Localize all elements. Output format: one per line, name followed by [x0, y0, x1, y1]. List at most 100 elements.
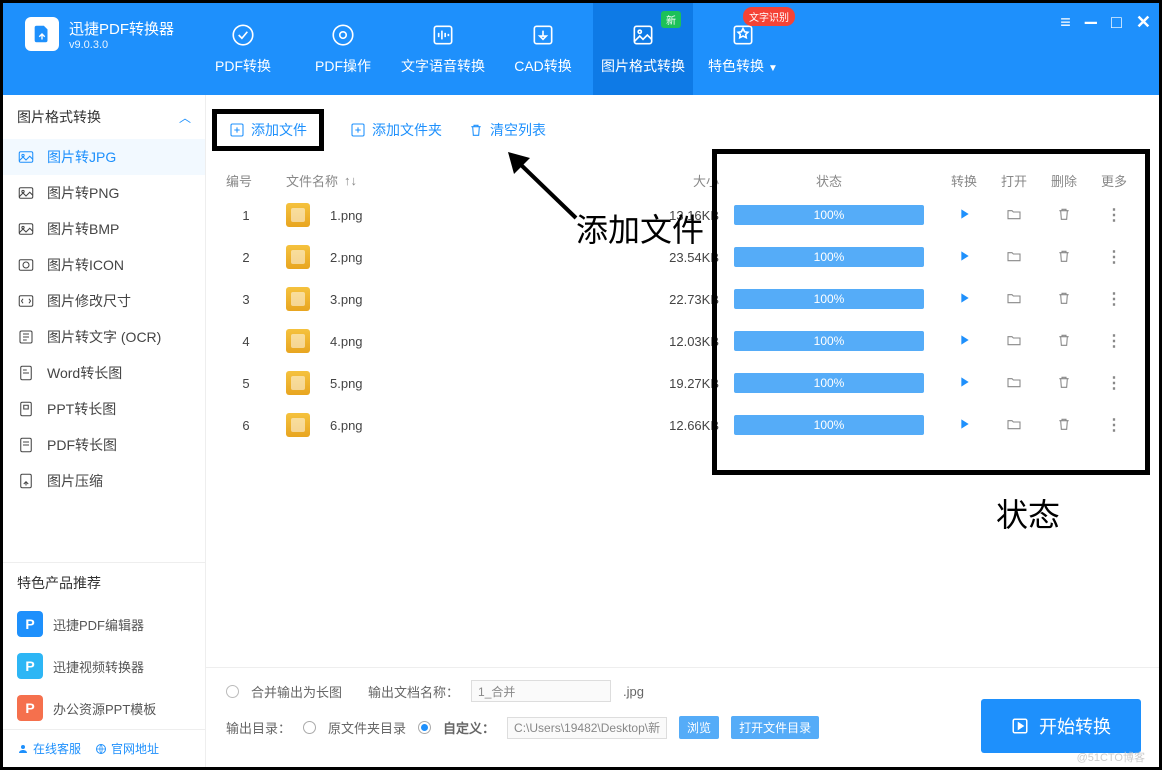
sidebar-item-8[interactable]: PDF转长图 — [3, 427, 205, 463]
sidebar-item-3[interactable]: 图片转ICON — [3, 247, 205, 283]
promo-item-1[interactable]: P迅捷视频转换器 — [3, 645, 205, 687]
row-name: 4.png — [286, 329, 629, 353]
tab-pdf-operate[interactable]: PDF操作 — [293, 3, 393, 95]
table-row[interactable]: 66.png12.66KB100%⋮ — [206, 404, 1159, 446]
row-name: 1.png — [286, 203, 629, 227]
custom-path-input[interactable] — [507, 717, 667, 739]
image-file-icon — [286, 413, 310, 437]
convert-icon[interactable] — [956, 248, 972, 264]
more-icon[interactable]: ⋮ — [1106, 247, 1122, 267]
add-folder-button[interactable]: 添加文件夹 — [350, 120, 442, 140]
start-convert-button[interactable]: 开始转换 — [981, 699, 1141, 753]
sidebar-item-4[interactable]: 图片修改尺寸 — [3, 283, 205, 319]
tab-special-convert[interactable]: 文字识别特色转换▼ — [693, 3, 793, 95]
convert-icon[interactable] — [956, 416, 972, 432]
row-size: 12.03KB — [629, 334, 719, 349]
online-service-link[interactable]: 在线客服 — [17, 740, 81, 757]
official-site-link[interactable]: 官网地址 — [95, 740, 159, 757]
sidebar-item-icon — [17, 436, 35, 454]
open-folder-icon[interactable] — [1006, 416, 1022, 432]
table-row[interactable]: 22.png23.54KB100%⋮ — [206, 236, 1159, 278]
more-icon[interactable]: ⋮ — [1106, 289, 1122, 309]
convert-icon[interactable] — [956, 332, 972, 348]
table-row[interactable]: 55.png19.27KB100%⋮ — [206, 362, 1159, 404]
watermark: @51CTO博客 — [1077, 749, 1145, 765]
delete-icon[interactable] — [1056, 374, 1072, 390]
delete-icon[interactable] — [1056, 206, 1072, 222]
sidebar-item-1[interactable]: 图片转PNG — [3, 175, 205, 211]
sidebar-header[interactable]: 图片格式转换 ︿ — [3, 95, 205, 139]
row-size: 13.16KB — [629, 208, 719, 223]
tab-text-audio[interactable]: 文字语音转换 — [393, 3, 493, 95]
tab-cad-convert[interactable]: CAD转换 — [493, 3, 593, 95]
row-size: 12.66KB — [629, 418, 719, 433]
promo-item-2[interactable]: P办公资源PPT模板 — [3, 687, 205, 729]
sidebar-item-7[interactable]: PPT转长图 — [3, 391, 205, 427]
maximize-icon[interactable]: □ — [1111, 12, 1122, 33]
row-index: 2 — [226, 250, 286, 265]
open-folder-icon[interactable] — [1006, 290, 1022, 306]
open-folder-icon[interactable] — [1006, 332, 1022, 348]
sidebar-item-label: PPT转长图 — [47, 399, 116, 419]
sidebar-item-icon — [17, 400, 35, 418]
more-icon[interactable]: ⋮ — [1106, 415, 1122, 435]
output-name-input[interactable] — [471, 680, 611, 702]
delete-icon[interactable] — [1056, 416, 1072, 432]
image-file-icon — [286, 329, 310, 353]
convert-icon[interactable] — [956, 206, 972, 222]
radio-same-folder[interactable] — [303, 721, 316, 734]
delete-icon[interactable] — [1056, 248, 1072, 264]
promo-item-0[interactable]: P迅捷PDF编辑器 — [3, 603, 205, 645]
table-row[interactable]: 33.png22.73KB100%⋮ — [206, 278, 1159, 320]
delete-icon[interactable] — [1056, 290, 1072, 306]
col-name[interactable]: 文件名称 ↑↓ — [286, 171, 629, 190]
open-folder-button[interactable]: 打开文件目录 — [731, 716, 819, 739]
convert-icon[interactable] — [956, 290, 972, 306]
row-index: 5 — [226, 376, 286, 391]
sidebar-item-icon — [17, 472, 35, 490]
minimize-icon[interactable]: ‒ — [1085, 9, 1097, 35]
more-icon[interactable]: ⋮ — [1106, 205, 1122, 225]
sidebar-item-5[interactable]: 图片转文字 (OCR) — [3, 319, 205, 355]
row-status: 100% — [719, 289, 939, 309]
col-open: 打开 — [989, 171, 1039, 190]
image-file-icon — [286, 203, 310, 227]
sidebar-item-6[interactable]: Word转长图 — [3, 355, 205, 391]
image-file-icon — [286, 287, 310, 311]
row-name: 6.png — [286, 413, 629, 437]
chevron-up-icon: ︿ — [179, 109, 191, 126]
add-file-button[interactable]: 添加文件 — [229, 120, 307, 140]
radio-custom[interactable] — [418, 721, 431, 734]
row-status: 100% — [719, 373, 939, 393]
sidebar-item-label: 图片转JPG — [47, 147, 116, 167]
promo-label: 迅捷视频转换器 — [53, 657, 144, 676]
tab-pdf-convert[interactable]: PDF转换 — [193, 3, 293, 95]
convert-icon[interactable] — [956, 374, 972, 390]
merge-checkbox[interactable] — [226, 685, 239, 698]
close-icon[interactable]: ✕ — [1136, 12, 1151, 33]
col-delete: 删除 — [1039, 171, 1089, 190]
sidebar-item-2[interactable]: 图片转BMP — [3, 211, 205, 247]
open-folder-icon[interactable] — [1006, 206, 1022, 222]
app-logo-icon — [25, 17, 59, 51]
sidebar-item-icon — [17, 148, 35, 166]
sidebar-item-9[interactable]: 图片压缩 — [3, 463, 205, 499]
app-header: 迅捷PDF转换器 v9.0.3.0 PDF转换 PDF操作 文字语音转换 CAD… — [3, 3, 1159, 95]
sidebar-item-label: 图片转BMP — [47, 219, 119, 239]
open-folder-icon[interactable] — [1006, 248, 1022, 264]
sidebar-item-0[interactable]: 图片转JPG — [3, 139, 205, 175]
table-row[interactable]: 44.png12.03KB100%⋮ — [206, 320, 1159, 362]
tab-image-convert[interactable]: 新图片格式转换 — [593, 3, 693, 95]
table-row[interactable]: 11.png13.16KB100%⋮ — [206, 194, 1159, 236]
delete-icon[interactable] — [1056, 332, 1072, 348]
open-folder-icon[interactable] — [1006, 374, 1022, 390]
sidebar-promo-title: 特色产品推荐 — [3, 573, 205, 603]
file-rows: 11.png13.16KB100%⋮22.png23.54KB100%⋮33.p… — [206, 194, 1159, 446]
more-icon[interactable]: ⋮ — [1106, 331, 1122, 351]
browse-button[interactable]: 浏览 — [679, 716, 719, 739]
menu-icon[interactable]: ≡ — [1060, 12, 1071, 33]
clear-list-button[interactable]: 清空列表 — [468, 120, 546, 140]
chevron-down-icon: ▼ — [768, 63, 778, 74]
output-ext: .jpg — [623, 684, 644, 699]
more-icon[interactable]: ⋮ — [1106, 373, 1122, 393]
